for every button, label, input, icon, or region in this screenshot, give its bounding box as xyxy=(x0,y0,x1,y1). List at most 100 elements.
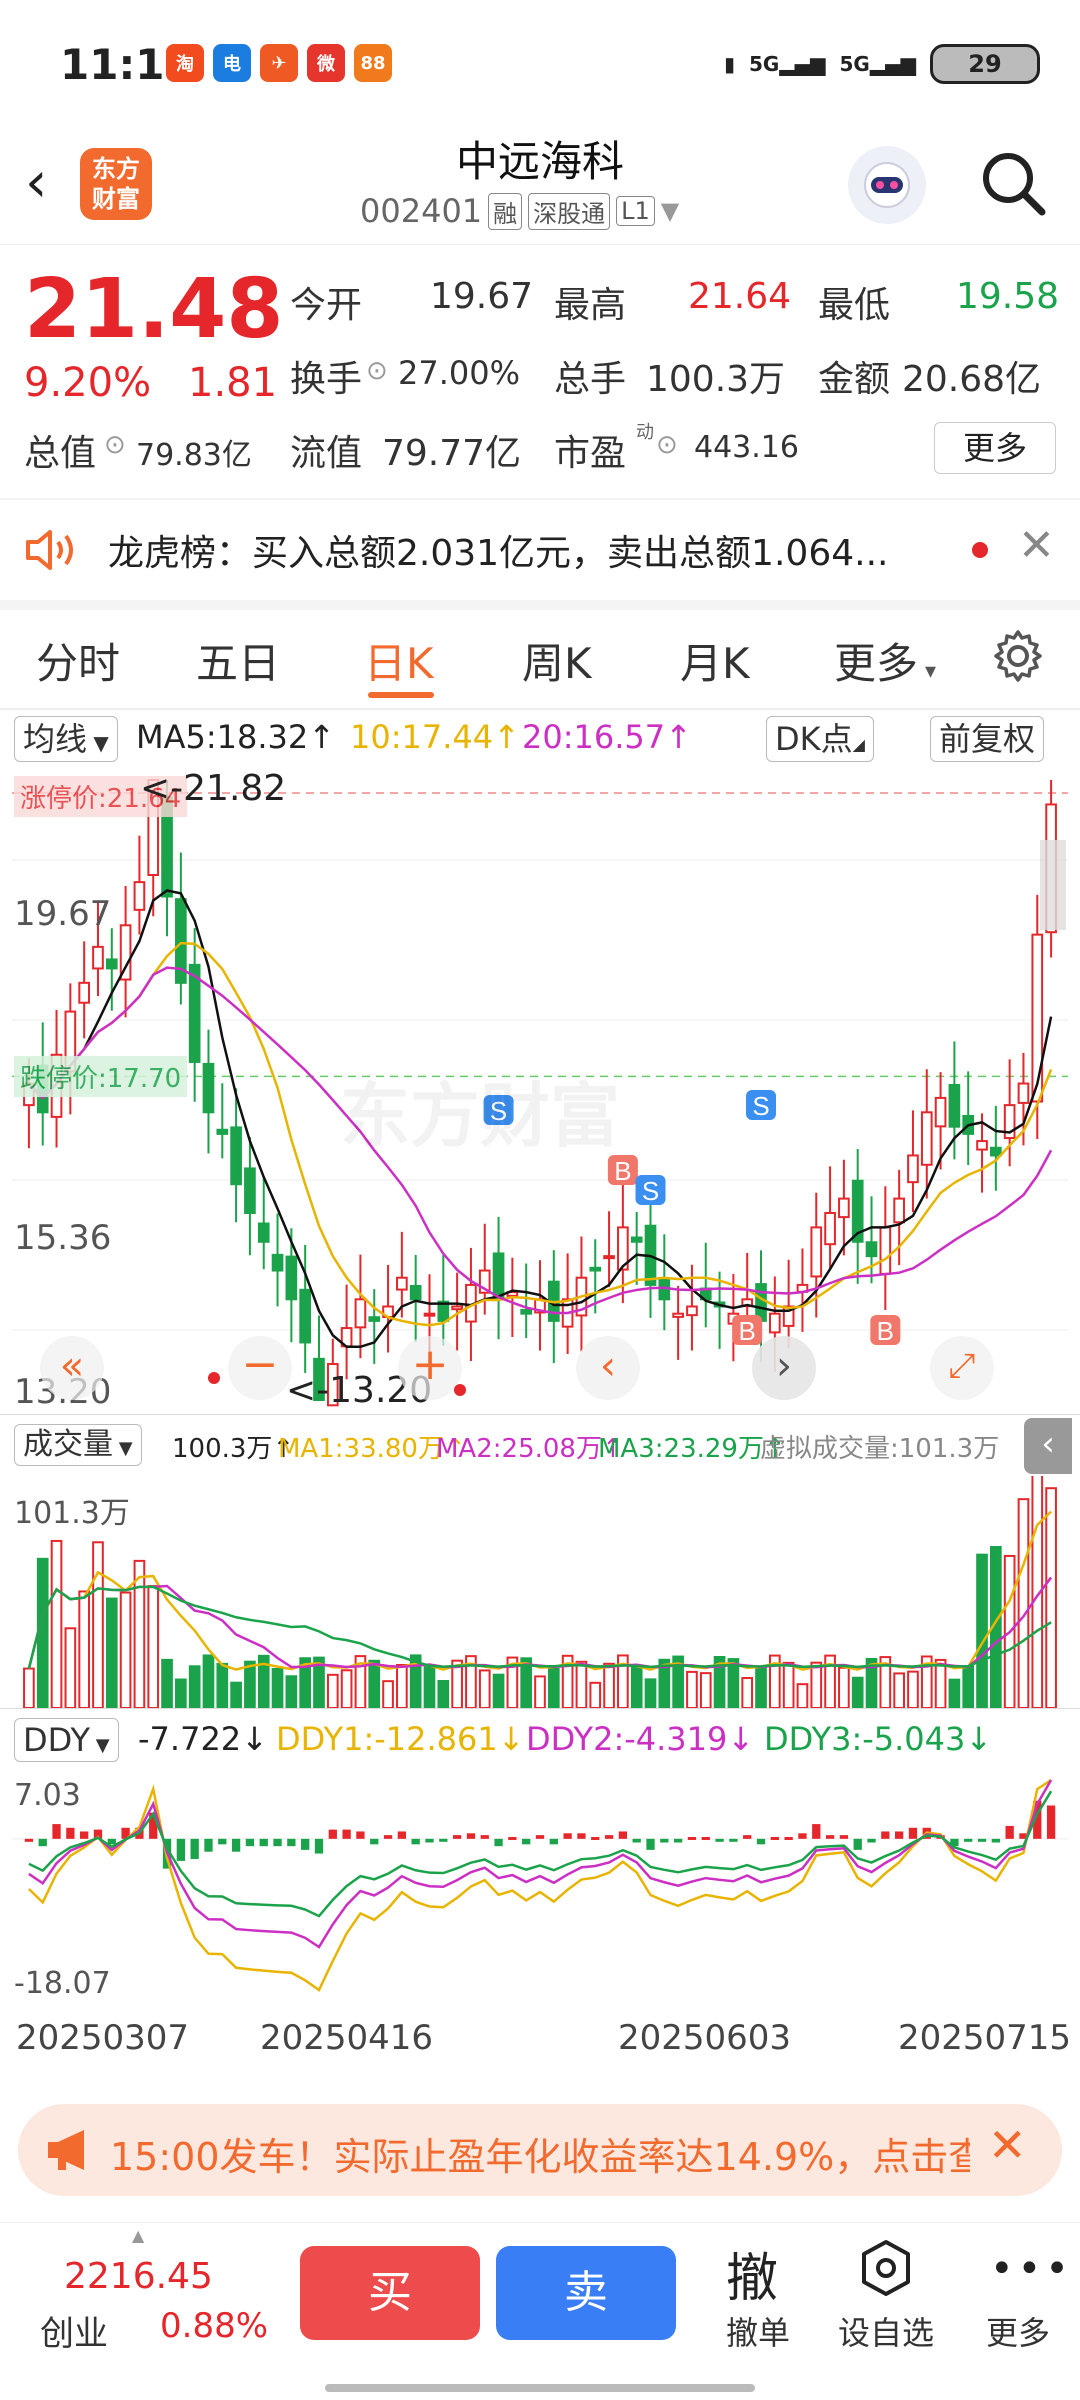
change-amount: 1.81 xyxy=(188,360,278,406)
promo-text: 15:00发车！实际止盈年化收益率达14.9%，点击查看 xyxy=(110,2135,970,2179)
tab-five-day[interactable]: 五日 xyxy=(196,630,280,691)
candle-body xyxy=(105,958,118,970)
index-value[interactable]: 2216.45 xyxy=(64,2256,213,2297)
ma-select[interactable]: 均线 ▼ xyxy=(14,716,118,762)
ddy-bar xyxy=(411,1838,420,1845)
ddy-bar xyxy=(466,1833,476,1839)
scroll-left-fast-icon[interactable]: « xyxy=(40,1336,104,1400)
more-label[interactable]: 更多 xyxy=(978,2308,1058,2354)
volume-bar xyxy=(175,1678,187,1708)
tab-week-k[interactable]: 周K xyxy=(522,630,592,691)
candle-body xyxy=(893,1197,905,1224)
candle-body xyxy=(824,1211,836,1246)
ddy-bar xyxy=(591,1836,600,1840)
buy-signal-marker[interactable]: B xyxy=(870,1315,901,1346)
tab-month-k[interactable]: 月K xyxy=(680,630,750,691)
float-value: 79.77亿 xyxy=(382,433,522,474)
ddy-bar xyxy=(273,1838,282,1847)
sell-button[interactable]: 卖 xyxy=(496,2246,676,2340)
amount-value: 20.68亿 xyxy=(902,359,1042,400)
back-button[interactable]: ‹ xyxy=(25,150,47,215)
zoom-out-icon[interactable]: − xyxy=(228,1336,292,1400)
ddy-bar xyxy=(756,1838,766,1845)
watermark-logo: 东方财富 xyxy=(340,1075,620,1157)
ddy-select[interactable]: DDY ▼ xyxy=(14,1718,119,1762)
more-dots-icon[interactable]: ••• xyxy=(990,2246,1073,2292)
info-icon[interactable]: ⊙ xyxy=(656,430,678,460)
candle-body xyxy=(976,1140,988,1151)
sell-signal-marker[interactable]: S xyxy=(635,1175,666,1206)
buy-signal-marker[interactable]: B xyxy=(732,1315,763,1346)
sell-signal-marker[interactable]: S xyxy=(746,1090,777,1121)
ddy-bar xyxy=(991,1838,1000,1843)
volume-bar xyxy=(161,1658,173,1708)
fullscreen-icon[interactable]: ⤢ xyxy=(930,1336,994,1400)
info-icon[interactable]: ⊙ xyxy=(366,356,388,386)
tab-day-k[interactable]: 日K xyxy=(364,630,434,691)
open-value: 19.67 xyxy=(430,276,534,317)
volume-bar xyxy=(948,1678,961,1708)
volume-bar xyxy=(893,1672,905,1708)
volume-bar xyxy=(216,1662,229,1708)
collapse-panel-icon[interactable]: ‹ xyxy=(1024,1418,1072,1474)
ddy-bar xyxy=(342,1829,351,1839)
ddy-bar xyxy=(452,1835,462,1839)
settings-gear-icon[interactable] xyxy=(990,628,1046,684)
mcap-label: 总值 xyxy=(24,433,97,474)
ddy-bar xyxy=(190,1838,199,1860)
volume-ma-line xyxy=(27,1576,1053,1669)
more-quote-button[interactable]: 更多 xyxy=(934,422,1056,474)
volume-bar xyxy=(230,1681,242,1708)
assistant-robot-icon[interactable] xyxy=(848,146,926,224)
close-icon[interactable]: ✕ xyxy=(1018,520,1055,571)
scroll-left-icon[interactable]: ‹ xyxy=(576,1336,640,1400)
add-watchlist-icon[interactable] xyxy=(858,2238,914,2298)
volume-bar xyxy=(244,1660,256,1708)
ddy-bar xyxy=(204,1838,213,1852)
volume-bar xyxy=(810,1661,823,1708)
candle-body xyxy=(865,1241,878,1258)
dk-point-button[interactable]: DK点◢ xyxy=(766,716,874,762)
low-value: 19.58 xyxy=(956,276,1060,317)
adjust-select[interactable]: 前复权 xyxy=(930,716,1045,762)
volume-bar xyxy=(575,1660,588,1708)
tab-more[interactable]: 更多 ▾ xyxy=(834,630,936,691)
search-icon[interactable] xyxy=(978,148,1048,218)
megaphone-icon xyxy=(48,2130,84,2170)
add-watchlist-label[interactable]: 设自选 xyxy=(830,2308,942,2354)
ddy-bar xyxy=(964,1838,973,1842)
app-logo[interactable]: 东方 财富 xyxy=(80,148,152,220)
ddy-bar xyxy=(66,1827,75,1839)
candle-body xyxy=(423,1312,436,1317)
close-banner-icon[interactable]: ✕ xyxy=(988,2118,1027,2172)
volume-select[interactable]: 成交量 ▼ xyxy=(14,1424,142,1466)
ddy-bar xyxy=(494,1838,503,1847)
turnover-label: 换手 xyxy=(290,359,363,400)
volume-label: 总手 xyxy=(554,359,627,400)
ddy-bar xyxy=(743,1835,752,1839)
scroll-right-icon[interactable]: › xyxy=(752,1336,816,1400)
dropdown-icon[interactable]: ▼ xyxy=(661,197,679,225)
tab-intraday[interactable]: 分时 xyxy=(36,630,120,691)
volume-bar xyxy=(105,1597,118,1708)
candle-body xyxy=(879,1226,892,1275)
date-label-2: 20250416 xyxy=(260,2018,434,2058)
svg-text:B: B xyxy=(877,1316,894,1346)
buy-button[interactable]: 买 xyxy=(300,2246,480,2340)
ddy-bar xyxy=(370,1838,379,1845)
dragon-tiger-notice[interactable]: 龙虎榜：买入总额2.031亿元，卖出总额1.064... xyxy=(108,524,888,576)
candle-body xyxy=(630,1236,643,1243)
volume-bar xyxy=(36,1557,49,1708)
expand-up-icon[interactable]: ▲ xyxy=(132,2226,144,2245)
ddy-bar xyxy=(798,1833,807,1839)
ddy-bar xyxy=(52,1824,61,1839)
high-mark: <-21.82 xyxy=(140,768,287,809)
ddy-bar xyxy=(259,1838,268,1847)
ddy-bar xyxy=(604,1835,614,1839)
cancel-order-label[interactable]: 撤单 xyxy=(718,2308,798,2354)
zoom-in-icon[interactable]: + xyxy=(398,1336,462,1400)
cancel-order-icon[interactable]: 撤 xyxy=(726,2236,778,2311)
info-icon[interactable]: ⊙ xyxy=(104,430,126,460)
ddy-bar xyxy=(701,1836,710,1840)
ddy-bar xyxy=(563,1833,572,1839)
